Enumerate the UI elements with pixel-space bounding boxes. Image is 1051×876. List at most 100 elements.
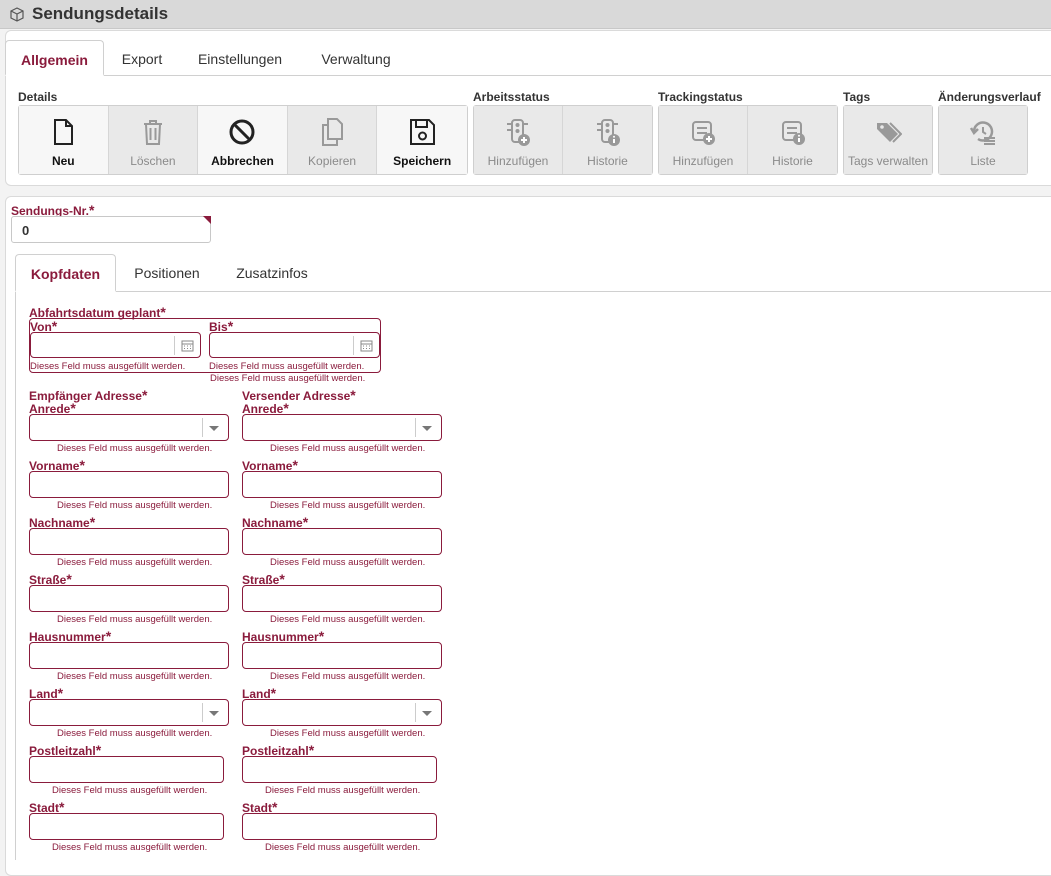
change-history-list-label: Liste [970, 154, 996, 168]
tracking-status-add-button[interactable]: Hinzufügen [659, 106, 748, 174]
tracking-status-history-label: Historie [772, 154, 813, 168]
package-icon [10, 7, 24, 22]
recipient-lastname-input[interactable] [29, 528, 229, 555]
from-date-input[interactable] [30, 332, 201, 358]
sender-postcode-error: Dieses Feld muss ausgefüllt werden. [265, 785, 421, 796]
work-status-add-button[interactable]: Hinzufügen [474, 106, 563, 174]
trackingstatus-button-group: Hinzufügen Historie [658, 105, 838, 175]
sender-country-select[interactable] [242, 699, 442, 726]
date-separator [353, 336, 354, 355]
sender-postcode-input[interactable] [242, 756, 437, 783]
work-status-history-label: Historie [587, 154, 628, 168]
recipient-country-select[interactable] [29, 699, 229, 726]
to-error: Dieses Feld muss ausgefüllt werden. [209, 361, 365, 372]
recipient-salutation-select[interactable] [29, 414, 229, 441]
recipient-lastname-error: Dieses Feld muss ausgefüllt werden. [57, 557, 213, 568]
save-icon [410, 119, 436, 145]
to-date-input[interactable] [209, 332, 380, 358]
file-icon [54, 119, 74, 145]
recipient-street-input[interactable] [29, 585, 229, 612]
recipient-salutation-error: Dieses Feld muss ausgefüllt werden. [57, 443, 213, 454]
tags-button-group: Tags verwalten [843, 105, 933, 175]
recipient-firstname-input[interactable] [29, 471, 229, 498]
date-separator [174, 336, 175, 355]
recipient-postcode-input[interactable] [29, 756, 224, 783]
work-status-add-label: Hinzufügen [487, 154, 549, 168]
group-label-details: Details [18, 90, 58, 104]
sender-housenumber-input[interactable] [242, 642, 442, 669]
chevron-down-icon[interactable] [209, 426, 219, 431]
select-separator [202, 418, 203, 437]
sender-lastname-error: Dieses Feld muss ausgefüllt werden. [270, 557, 426, 568]
recipient-street-error: Dieses Feld muss ausgefüllt werden. [57, 614, 213, 625]
sender-salutation-error: Dieses Feld muss ausgefüllt werden. [270, 443, 426, 454]
sender-firstname-error: Dieses Feld muss ausgefüllt werden. [270, 500, 426, 511]
recipient-city-input[interactable] [29, 813, 224, 840]
cancel-icon [229, 119, 255, 145]
group-label-aenderungsverlauf: Änderungsverlauf [938, 90, 1041, 104]
chevron-down-icon[interactable] [422, 711, 432, 716]
manage-tags-button[interactable]: Tags verwalten [844, 106, 932, 174]
tracking-status-history-button[interactable]: Historie [748, 106, 837, 174]
copy-icon [322, 118, 344, 146]
recipient-postcode-error: Dieses Feld muss ausgefüllt werden. [52, 785, 208, 796]
shipment-number-input[interactable]: 0 [11, 216, 211, 243]
calendar-icon[interactable] [181, 339, 194, 352]
cancel-button-label: Abbrechen [211, 154, 274, 168]
group-label-arbeitsstatus: Arbeitsstatus [473, 90, 550, 104]
delete-button[interactable]: Löschen [108, 106, 199, 174]
sub-tab-left-border [15, 291, 16, 860]
group-label-tags: Tags [843, 90, 871, 104]
new-button-label: Neu [51, 154, 75, 168]
select-separator [415, 703, 416, 722]
manage-tags-label: Tags verwalten [847, 154, 929, 168]
calendar-icon[interactable] [360, 339, 373, 352]
chevron-down-icon[interactable] [209, 711, 219, 716]
recipient-housenumber-input[interactable] [29, 642, 229, 669]
sender-housenumber-error: Dieses Feld muss ausgefüllt werden. [270, 671, 426, 682]
change-history-list-button[interactable]: Liste [939, 106, 1027, 174]
recipient-housenumber-error: Dieses Feld muss ausgefüllt werden. [57, 671, 213, 682]
sender-city-error: Dieses Feld muss ausgefüllt werden. [265, 842, 421, 853]
recipient-firstname-error: Dieses Feld muss ausgefüllt werden. [57, 500, 213, 511]
traffic-light-add-icon [507, 119, 530, 146]
sender-country-error: Dieses Feld muss ausgefüllt werden. [270, 728, 426, 739]
sender-city-input[interactable] [242, 813, 437, 840]
tab-kopfdaten[interactable]: Kopfdaten [15, 254, 116, 292]
traffic-light-info-icon [596, 119, 620, 146]
tab-verwaltung[interactable]: Verwaltung [306, 40, 406, 76]
tracking-status-add-label: Hinzufügen [672, 154, 734, 168]
tab-allgemein[interactable]: Allgemein [5, 40, 104, 76]
departure-error: Dieses Feld muss ausgefüllt werden. [210, 373, 366, 384]
from-error: Dieses Feld muss ausgefüllt werden. [30, 361, 186, 372]
truck-add-icon [692, 121, 715, 145]
tab-zusatzinfos[interactable]: Zusatzinfos [222, 254, 322, 292]
chevron-down-icon[interactable] [422, 426, 432, 431]
copy-button[interactable]: Kopieren [287, 106, 378, 174]
tab-positionen[interactable]: Positionen [122, 254, 212, 292]
required-corner-marker [203, 216, 211, 224]
truck-info-icon [781, 121, 805, 145]
save-button-label: Speichern [393, 154, 452, 168]
tab-export[interactable]: Export [108, 40, 176, 76]
history-list-icon [969, 121, 995, 145]
sender-firstname-input[interactable] [242, 471, 442, 498]
details-button-group: Neu Löschen Abbrechen Kopieren Speichern [18, 105, 468, 175]
recipient-city-error: Dieses Feld muss ausgefüllt werden. [52, 842, 208, 853]
tab-einstellungen[interactable]: Einstellungen [184, 40, 296, 76]
select-separator [415, 418, 416, 437]
sender-street-error: Dieses Feld muss ausgefüllt werden. [270, 614, 426, 625]
save-button[interactable]: Speichern [377, 106, 467, 174]
group-label-trackingstatus: Trackingstatus [658, 90, 743, 104]
cancel-button[interactable]: Abbrechen [198, 106, 288, 174]
window-title: Sendungsdetails [32, 4, 169, 23]
copy-button-label: Kopieren [308, 154, 357, 168]
sender-salutation-select[interactable] [242, 414, 442, 441]
new-button[interactable]: Neu [19, 106, 109, 174]
trash-icon [143, 120, 162, 145]
sender-lastname-input[interactable] [242, 528, 442, 555]
tags-icon [877, 122, 902, 143]
sender-street-input[interactable] [242, 585, 442, 612]
recipient-country-error: Dieses Feld muss ausgefüllt werden. [57, 728, 213, 739]
work-status-history-button[interactable]: Historie [563, 106, 652, 174]
